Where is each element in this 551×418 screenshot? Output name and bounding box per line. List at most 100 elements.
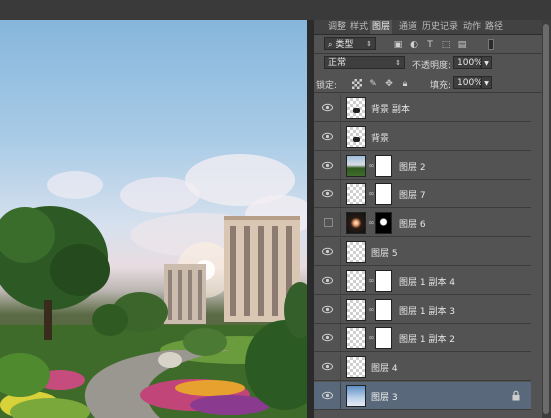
divider [340,180,341,207]
opacity-slider-button[interactable]: ▼ [481,56,492,69]
tab-styles[interactable]: 样式 [348,20,370,34]
shape-filter-icon[interactable]: ⬚ [441,40,451,50]
layer-row[interactable]: 背景 [314,123,531,151]
lock-label: 锁定: [316,81,338,91]
layer-row[interactable]: ∞ 图层 6 [314,209,531,237]
layer-row[interactable]: ∞ 图层 2 [314,152,531,180]
mask-link-icon[interactable]: ∞ [368,189,375,199]
layer-thumbnail [346,241,366,263]
opacity-input[interactable]: 100% [453,56,483,69]
layer-row[interactable]: ∞ 图层 1 副本 3 [314,296,531,324]
layer-row[interactable]: 背景 副本 [314,94,531,122]
layer-filter-row: ⌕ 类型 ⇕ ▣ ◐ T ⬚ ▤ [314,36,543,52]
layer-mask-thumbnail[interactable] [375,212,392,234]
filter-kind-label: 类型 [335,40,354,50]
blend-mode-select[interactable]: 正常 ⇕ [324,56,405,69]
layer-name[interactable]: 图层 4 [371,361,398,374]
layer-name[interactable]: 图层 1 副本 3 [399,304,455,317]
type-filter-icon[interactable]: T [425,40,435,50]
lock-position-icon[interactable]: ✥ [384,79,394,89]
divider [340,152,341,179]
chevron-down-icon: ▼ [484,80,489,87]
layer-name[interactable]: 图层 6 [399,217,426,230]
visibility-eye-icon[interactable] [322,132,333,141]
lock-transparent-icon[interactable] [352,79,362,89]
blend-mode-value: 正常 [328,58,347,68]
tab-history[interactable]: 历史记录 [420,20,460,34]
layer-row[interactable]: ∞ 图层 7 [314,180,531,208]
layer-mask-thumbnail[interactable] [375,183,392,205]
visibility-eye-icon[interactable] [322,276,333,285]
visibility-eye-icon[interactable] [322,247,333,256]
layer-row[interactable]: ∞ 图层 1 副本 4 [314,267,531,295]
document-canvas[interactable] [0,20,307,418]
divider [340,209,341,236]
layer-row[interactable]: 图层 3 [314,382,531,410]
layer-name[interactable]: 图层 5 [371,246,398,259]
layer-thumbnail [346,97,366,119]
layer-mask-thumbnail[interactable] [375,327,392,349]
image-filter-icon[interactable]: ▣ [393,40,403,50]
canvas-scene-image [0,154,307,418]
tab-adjustments[interactable]: 调整 [326,20,348,34]
visibility-eye-icon[interactable] [322,362,333,371]
fill-input[interactable]: 100% [453,76,483,89]
layer-mask-thumbnail[interactable] [375,155,392,177]
layer-mask-thumbnail[interactable] [375,299,392,321]
filter-kind-select[interactable]: ⌕ 类型 ⇕ [324,37,376,50]
mask-link-icon[interactable]: ∞ [368,218,375,228]
fill-label: 填充: [430,81,452,91]
layers-panel: 调整 样式 图层 通道 历史记录 动作 路径 ⌕ 类型 ⇕ ▣ ◐ T ⬚ ▤ … [313,20,543,418]
layer-thumbnail [346,299,366,321]
fill-slider-button[interactable]: ▼ [481,76,492,89]
layer-name[interactable]: 图层 3 [371,390,398,403]
layer-row[interactable]: ∞ 图层 1 副本 2 [314,324,531,352]
visibility-eye-icon[interactable] [322,333,333,342]
divider [340,94,341,121]
tab-channels[interactable]: 通道 [397,20,419,34]
visibility-eye-icon[interactable] [322,103,333,112]
visibility-off-box[interactable] [324,218,333,227]
divider [340,296,341,323]
lock-all-icon[interactable]: 🔒︎ [400,79,410,89]
adjustment-filter-icon[interactable]: ◐ [409,40,419,50]
layer-name[interactable]: 图层 2 [399,160,426,173]
layer-row[interactable]: 图层 5 [314,238,531,266]
mask-link-icon[interactable]: ∞ [368,161,375,171]
tab-layers[interactable]: 图层 [370,20,393,34]
tab-actions[interactable]: 动作 [461,20,483,34]
scrollbar-thumb[interactable] [543,24,549,414]
layer-thumbnail [346,126,366,148]
filter-toggle-icon[interactable] [488,39,494,50]
visibility-eye-icon[interactable] [322,391,333,400]
mask-link-icon[interactable]: ∞ [368,276,375,286]
layer-name[interactable]: 图层 1 副本 2 [399,332,455,345]
chevron-down-icon: ⇕ [366,40,372,48]
fill-value: 100% [457,78,483,88]
divider [340,238,341,265]
layer-mask-thumbnail[interactable] [375,270,392,292]
thumbnail-content [353,137,360,142]
tab-paths[interactable]: 路径 [483,20,505,34]
opacity-label: 不透明度: [412,61,452,71]
lock-row: 锁定: ✎ ✥ 🔒︎ 填充: 100% ▼ [314,75,543,91]
panel-scrollbar[interactable] [542,20,551,418]
layer-thumbnail [346,385,366,407]
layer-thumbnail [346,183,366,205]
visibility-eye-icon[interactable] [322,189,333,198]
lock-icon [512,390,520,401]
layer-thumbnail [346,270,366,292]
smart-object-filter-icon[interactable]: ▤ [457,40,467,50]
visibility-eye-icon[interactable] [322,161,333,170]
layer-name[interactable]: 图层 7 [399,188,426,201]
lock-image-icon[interactable]: ✎ [368,79,378,89]
mask-link-icon[interactable]: ∞ [368,333,375,343]
divider [314,53,543,54]
layer-name[interactable]: 背景 副本 [371,102,410,115]
visibility-eye-icon[interactable] [322,305,333,314]
layer-row[interactable]: 图层 4 [314,353,531,381]
layer-name[interactable]: 图层 1 副本 4 [399,275,455,288]
layer-name[interactable]: 背景 [371,131,389,144]
divider [314,92,543,93]
mask-link-icon[interactable]: ∞ [368,305,375,315]
